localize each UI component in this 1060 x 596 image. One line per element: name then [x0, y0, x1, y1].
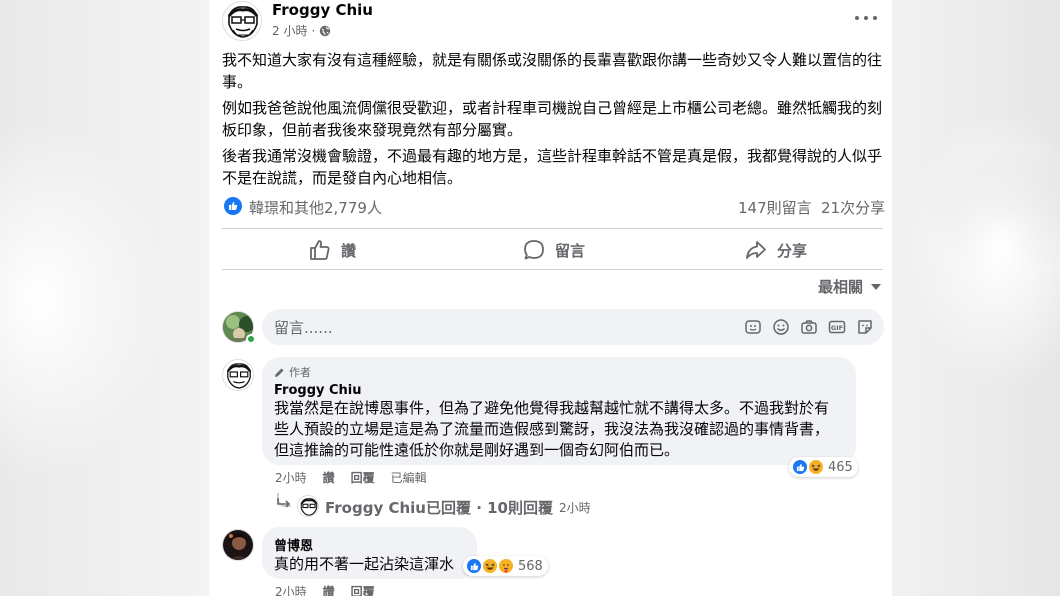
author-badge: 作者 — [274, 365, 844, 379]
gif-icon[interactable]: GIF — [828, 318, 846, 336]
reply-arrow-icon — [276, 496, 292, 515]
reactions-summary[interactable]: 韓璟和其他2,779人 — [249, 197, 382, 218]
sort-label: 最相關 — [818, 278, 864, 296]
more-options-icon[interactable] — [855, 8, 877, 28]
emoji-icon[interactable] — [772, 318, 790, 336]
post-paragraph-3: 後者我通常沒機會驗證，不過最有趣的地方是，這些計程車幹話不管是真是假，我都覺得說… — [222, 147, 883, 187]
share-arrow-icon — [746, 241, 766, 259]
author-name[interactable]: Froggy Chiu — [272, 1, 373, 19]
camera-icon[interactable] — [800, 318, 818, 336]
comment-actions: 2小時 讚 回覆 已編輯 — [275, 469, 427, 486]
author-badge-label: 作者 — [289, 366, 311, 379]
reply-avatar-froggy — [297, 495, 319, 517]
post-paragraph-2: 例如我爸爸說他風流倜儻很受歡迎，或者計程車司機說自己曾經是上市櫃公司老總。雖然牴… — [222, 99, 883, 139]
comment-sort-dropdown[interactable]: 最相關 — [818, 276, 882, 297]
comment-input-tools: GIF — [744, 318, 874, 336]
like-reaction-icon[interactable] — [224, 197, 242, 215]
comment-like-link[interactable]: 讚 — [323, 583, 335, 596]
online-status-dot — [246, 334, 256, 344]
like-button[interactable]: 讚 — [309, 236, 356, 264]
share-label: 分享 — [777, 241, 808, 260]
view-replies-link[interactable]: Froggy Chiu已回覆 · 10則回覆 2小時 — [325, 497, 591, 518]
svg-text:GIF: GIF — [831, 324, 843, 332]
thumbs-up-icon — [310, 240, 330, 260]
haha-reaction-icon — [807, 458, 825, 476]
post-time[interactable]: 2 小時 — [272, 22, 307, 39]
comment-reaction-count: 568 — [518, 558, 543, 574]
like-label: 讚 — [341, 241, 357, 260]
stats-divider — [222, 228, 883, 229]
comment-time[interactable]: 2小時 — [275, 469, 307, 486]
comment-actions: 2小時 讚 回覆 — [275, 583, 375, 596]
comments-count[interactable]: 147則留言 — [738, 197, 812, 218]
comment-author-name[interactable]: 曾博恩 — [274, 535, 465, 554]
reply-time: 2小時 — [559, 501, 591, 515]
commenter-avatar-boen[interactable] — [222, 529, 254, 561]
care-reaction-icon — [497, 557, 515, 575]
comment-bubble-author: 作者 Froggy Chiu 我當然是在說博恩事件，但為了避免他覺得我越幫越忙就… — [262, 357, 856, 465]
comment-reply-link[interactable]: 回覆 — [351, 583, 375, 596]
reply-summary: Froggy Chiu已回覆 · 10則回覆 — [325, 499, 553, 517]
comment-text-line-3: 但這推論的可能性遠低於你就是剛好遇到一個奇幻阿伯而已。 — [274, 441, 680, 459]
comment-like-link[interactable]: 讚 — [323, 469, 335, 486]
comment-bubble-boen: 曾博恩 真的用不著一起沾染這渾水 — [262, 527, 477, 579]
comment-input[interactable]: 留言...... GIF — [262, 309, 884, 345]
comment-button[interactable]: 留言 — [523, 236, 585, 264]
comment-placeholder: 留言...... — [274, 318, 333, 337]
comment-reply-link[interactable]: 回覆 — [351, 469, 375, 486]
share-button[interactable]: 分享 — [745, 236, 807, 264]
caret-down-icon — [871, 283, 882, 290]
shares-count[interactable]: 21次分享 — [821, 197, 885, 218]
post-meta: 2 小時 · — [272, 22, 331, 39]
comment-author-name[interactable]: Froggy Chiu — [274, 383, 844, 398]
comment-text: 真的用不著一起沾染這渾水 — [274, 555, 455, 573]
comment-label: 留言 — [555, 241, 586, 260]
dot-separator: · — [311, 23, 316, 38]
comment-reactions[interactable]: 465 — [789, 457, 858, 477]
comment-text-line-2: 些人預設的立場是這是為了流量而造假感到驚訝，我沒法為我沒確認過的事情背書， — [274, 420, 830, 438]
comment-edited-label: 已編輯 — [390, 471, 427, 485]
post-paragraph-1: 我不知道大家有沒有這種經驗，就是有關係或沒關係的長輩喜歡跟你講一些奇妙又令人難以… — [222, 51, 883, 91]
actions-divider — [222, 269, 883, 270]
globe-icon — [319, 25, 331, 37]
avatar-sticker-icon[interactable] — [744, 318, 762, 336]
commenter-avatar-froggy[interactable] — [222, 359, 254, 391]
comment-text-line-1: 我當然是在說博恩事件，但為了避免他覺得我越幫越忙就不講得太多。不過我對於有 — [274, 399, 830, 417]
comment-reactions[interactable]: 568 — [463, 556, 548, 576]
comment-bubble-icon — [524, 240, 544, 260]
pencil-icon — [275, 368, 284, 377]
sticker-icon[interactable] — [856, 318, 874, 336]
author-avatar[interactable] — [222, 1, 262, 41]
comment-time[interactable]: 2小時 — [275, 583, 307, 596]
post-card: Froggy Chiu 2 小時 · 我不知道大家有沒有這種經驗，就是有關係或沒… — [209, 0, 892, 596]
comment-reaction-count: 465 — [828, 459, 853, 475]
